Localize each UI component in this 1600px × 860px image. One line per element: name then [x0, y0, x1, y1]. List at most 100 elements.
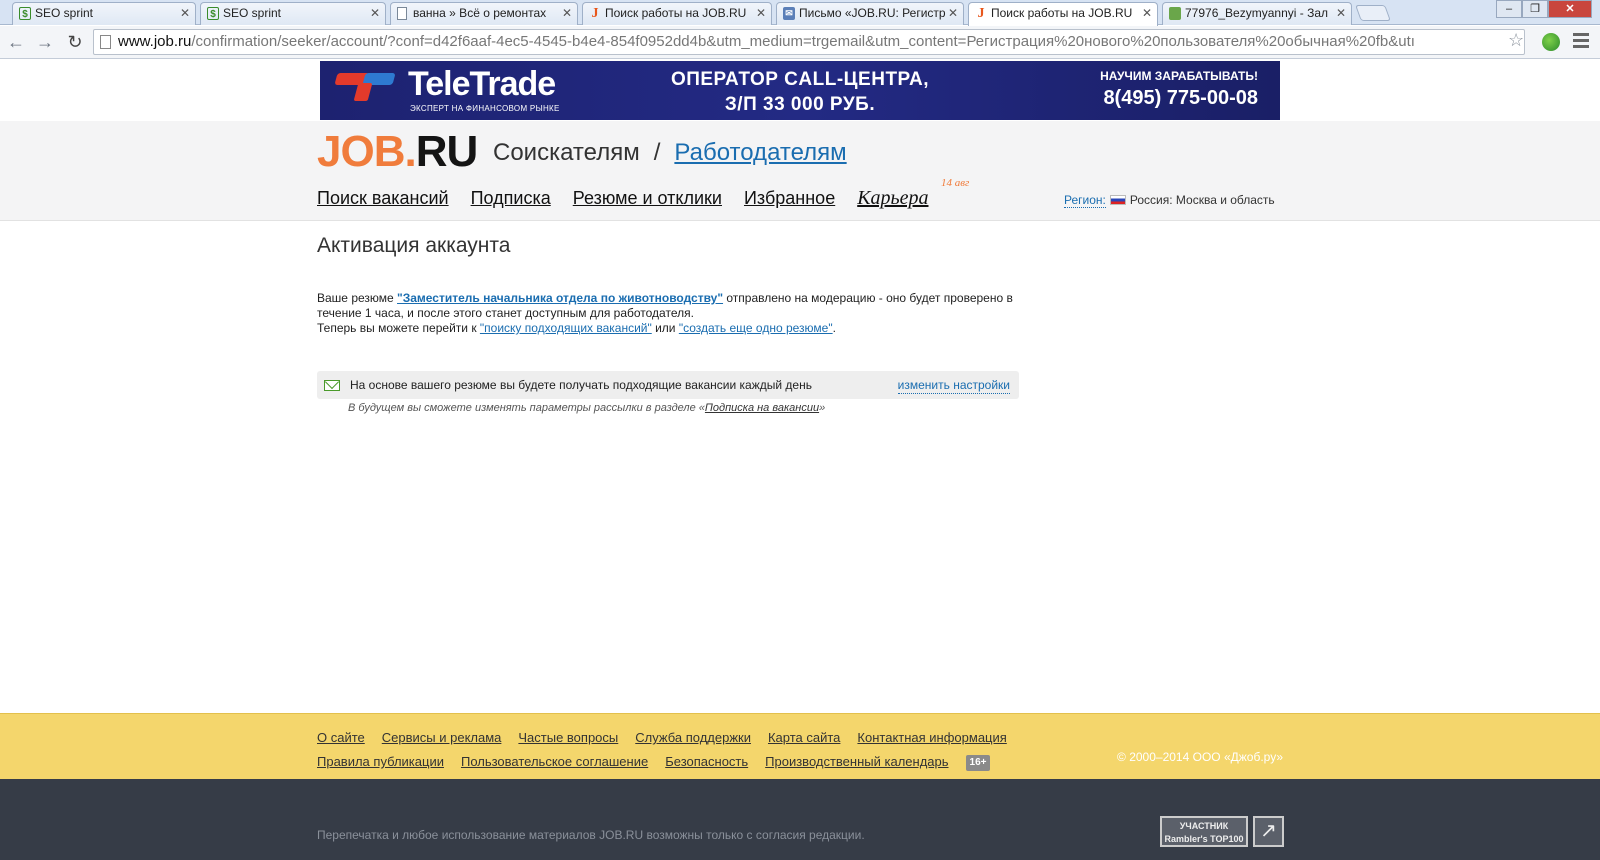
ad-banner[interactable]: TeleTrade ЭКСПЕРТ НА ФИНАНСОВОМ РЫНКЕ ОП… [320, 61, 1280, 120]
external-arrow-icon[interactable]: ↗ [1253, 816, 1284, 847]
footer-link-contacts[interactable]: Контактная информация [857, 730, 1006, 745]
minimize-button[interactable]: – [1496, 0, 1522, 18]
footer-links-bar: О сайте Сервисы и реклама Частые вопросы Сл… [0, 713, 1600, 779]
banner-contact: НАУЧИМ ЗАРАБАТЫВАТЬ! 8(495) 775-00-08 [1100, 69, 1258, 110]
forward-arrow-icon[interactable]: → [33, 31, 57, 53]
tab-close-icon[interactable]: ✕ [1336, 3, 1346, 24]
page-icon [397, 7, 407, 20]
new-tab-button[interactable] [1355, 5, 1391, 21]
menu-icon[interactable] [1573, 33, 1589, 51]
footer-link-rules[interactable]: Правила публикации [317, 754, 444, 769]
tab-close-icon[interactable]: ✕ [948, 3, 958, 24]
tab-title: SEO sprint [223, 6, 282, 20]
reprint-notice: Перепечатка и любое использование матери… [317, 828, 865, 842]
tab-close-icon[interactable]: ✕ [1142, 3, 1152, 24]
footer-row-1: О сайте Сервисы и реклама Частые вопросы Сл… [317, 726, 1024, 750]
audience-separator: / [653, 139, 661, 166]
browser-tab[interactable]: $ SEO sprint ✕ [12, 2, 196, 25]
msg-text: Теперь вы можете перейти к [317, 321, 480, 335]
tab-close-icon[interactable]: ✕ [562, 3, 572, 24]
msg-text: . [832, 321, 836, 335]
maximize-button[interactable]: ❐ [1522, 0, 1548, 18]
nav-subscription[interactable]: Подписка [471, 188, 551, 208]
main-content: Активация аккаунта Ваше резюме "Заместит… [317, 234, 1019, 414]
msg-text: Ваше резюме [317, 291, 398, 305]
copyright: © 2000–2014 ООО «Джоб.ру» [1117, 750, 1283, 764]
footer-link-security[interactable]: Безопасность [665, 754, 748, 769]
browser-toolbar: ← → ↻ www.job.ru/confirmation/seeker/acc… [0, 26, 1600, 59]
age-rating-badge: 16+ [965, 755, 991, 771]
note-text: » [819, 402, 826, 414]
region-selector: Регион: Россия: Москва и область [1064, 193, 1275, 208]
browser-tab-active[interactable]: J Поиск работы на JOB.RU ✕ [968, 2, 1158, 26]
nav-career[interactable]: Карьера [857, 187, 928, 209]
seo-sprint-icon: $ [19, 7, 31, 20]
search-vacancies-link[interactable]: "поиску подходящих вакансий" [480, 321, 652, 335]
browser-tab[interactable]: ванна » Всё о ремонтах ✕ [390, 2, 578, 25]
rambler-line2: Rambler's TOP100 [1164, 834, 1244, 844]
note-text: В будущем вы сможете изменять параметры … [348, 402, 705, 414]
subscription-note: В будущем вы сможете изменять параметры … [317, 402, 1019, 414]
footer-link-agreement[interactable]: Пользовательское соглашение [461, 754, 648, 769]
nav-vacancy-search[interactable]: Поиск вакансий [317, 188, 449, 208]
back-arrow-icon[interactable]: ← [4, 31, 28, 53]
reload-icon[interactable]: ↻ [63, 31, 87, 53]
nav-favorites[interactable]: Избранное [744, 188, 835, 208]
job-icon: J [977, 6, 985, 21]
close-window-button[interactable]: ✕ [1548, 0, 1592, 18]
rambler-top100-badge[interactable]: УЧАСТНИК Rambler's TOP100 [1160, 816, 1248, 847]
address-bar[interactable]: www.job.ru/confirmation/seeker/account/?… [93, 29, 1525, 55]
seekers-label: Соискателям [493, 139, 640, 166]
page-icon [100, 35, 111, 49]
resume-link[interactable]: "Заместитель начальника отдела по животн… [397, 291, 723, 305]
region-value: Россия: Москва и область [1129, 193, 1275, 207]
footer-link-calendar[interactable]: Производственный календарь [765, 754, 948, 769]
tab-close-icon[interactable]: ✕ [756, 3, 766, 24]
tab-title: Поиск работы на JOB.RU [605, 6, 747, 20]
browser-tab[interactable]: $ SEO sprint ✕ [200, 2, 386, 25]
footer-row-2: Правила публикации Пользовательское согла… [317, 750, 1024, 774]
logo-dot: . [404, 127, 416, 176]
msg-text: или [651, 321, 679, 335]
footer-bottom: Перепечатка и любое использование матери… [0, 779, 1600, 860]
banner-offer-line2: З/П 33 000 РУБ. [724, 94, 876, 115]
employers-link[interactable]: Работодателям [674, 139, 846, 166]
banner-brand: TeleTrade [408, 65, 556, 103]
footer-link-services[interactable]: Сервисы и реклама [382, 730, 502, 745]
mail-icon: ✉ [783, 7, 795, 20]
banner-offer-line1: ОПЕРАТОР CALL-ЦЕНТРА, [670, 69, 930, 90]
seo-sprint-icon: $ [207, 7, 219, 20]
tab-title: SEO sprint [35, 6, 94, 20]
rambler-line1: УЧАСТНИК [1179, 821, 1229, 831]
region-label[interactable]: Регион: [1064, 193, 1106, 208]
change-settings-link[interactable]: изменить настройки [897, 377, 1010, 394]
tab-close-icon[interactable]: ✕ [180, 3, 190, 24]
footer-link-sitemap[interactable]: Карта сайта [768, 730, 840, 745]
browser-tab[interactable]: J Поиск работы на JOB.RU ✕ [582, 2, 772, 25]
tab-close-icon[interactable]: ✕ [370, 3, 380, 24]
vacancy-subscription-link[interactable]: Подписка на вакансии [705, 402, 819, 414]
banner-cta: НАУЧИМ ЗАРАБАТЫВАТЬ! [1100, 69, 1258, 83]
footer-link-faq[interactable]: Частые вопросы [518, 730, 618, 745]
footer-link-about[interactable]: О сайте [317, 730, 365, 745]
site-logo[interactable]: JOB.RU [317, 127, 479, 177]
tab-title: Поиск работы на JOB.RU [991, 6, 1133, 20]
create-resume-link[interactable]: "создать еще одно резюме" [679, 321, 833, 335]
notice-text: На основе вашего резюме вы будете получа… [350, 378, 812, 392]
banner-phone: 8(495) 775-00-08 [1103, 87, 1258, 109]
job-icon: J [591, 6, 599, 21]
logo-job: JOB [317, 127, 405, 176]
logo-ru: RU [415, 127, 479, 176]
teletrade-logo-icon [334, 69, 398, 105]
bookmark-star-icon[interactable]: ☆ [1508, 30, 1524, 51]
subscription-notice: На основе вашего резюме вы будете получа… [317, 371, 1019, 399]
browser-tab[interactable]: ✉ Письмо «JOB.RU: Регистр ✕ [776, 2, 964, 25]
browser-tab[interactable]: 77976_Bezymyannyi - Зал ✕ [1162, 2, 1352, 25]
audience-switch: Соискателям / Работодателям [493, 139, 847, 167]
image-icon [1169, 7, 1181, 20]
nav-resumes[interactable]: Резюме и отклики [573, 188, 722, 208]
site-header: JOB.RU Соискателям / Работодателям Поиск в… [0, 121, 1600, 221]
extension-icon[interactable] [1542, 33, 1560, 51]
footer-link-support[interactable]: Служба поддержки [635, 730, 751, 745]
moderation-message: Ваше резюме "Заместитель начальника отде… [317, 291, 1019, 336]
